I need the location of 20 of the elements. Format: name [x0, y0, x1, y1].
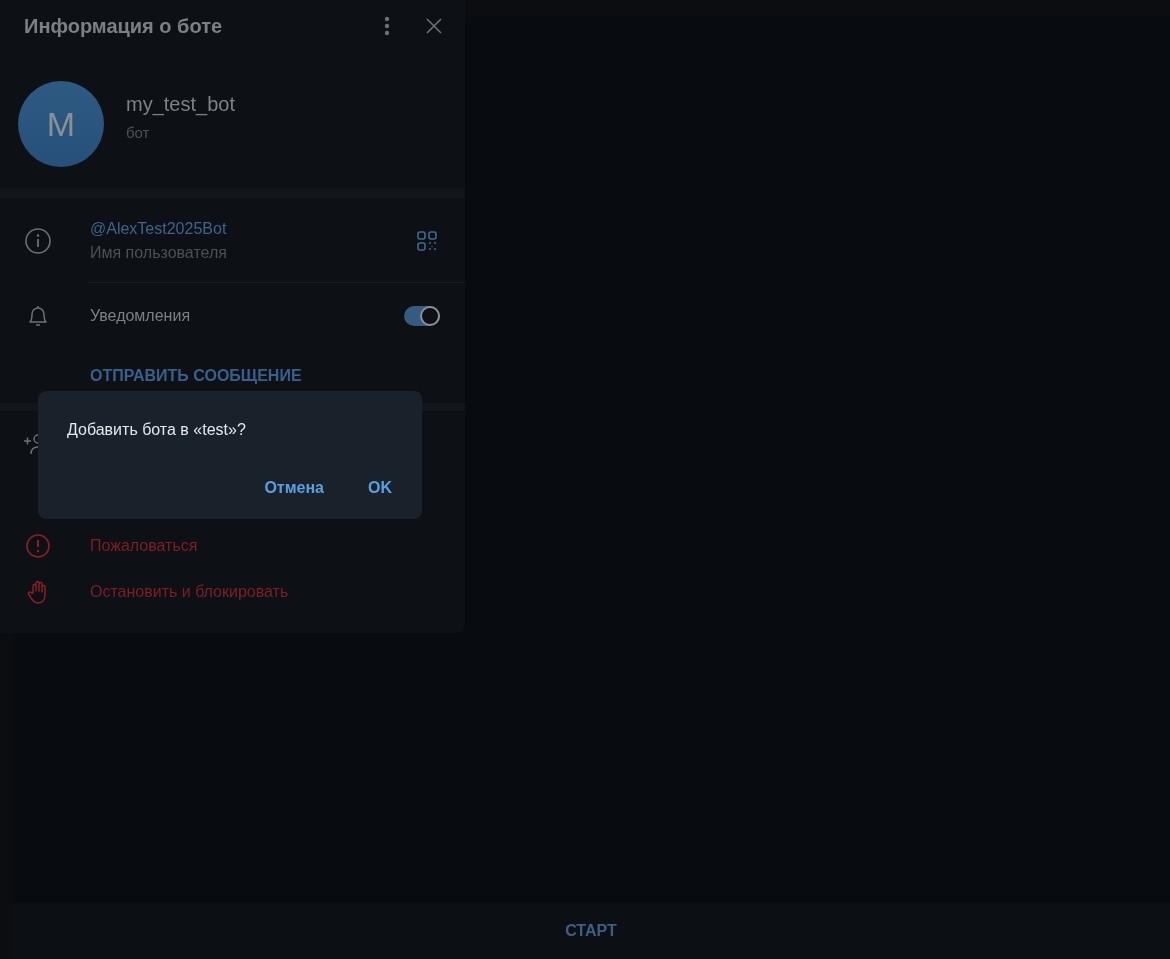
action-item[interactable]: Пожаловаться: [0, 523, 465, 569]
start-button[interactable]: СТАРТ: [12, 903, 1170, 959]
panel-title: Информация о боте: [24, 14, 223, 38]
username-link[interactable]: @AlexTest2025Bot: [90, 219, 417, 238]
close-icon[interactable]: [426, 18, 442, 34]
info-icon: [24, 226, 52, 255]
send-message-button[interactable]: ОТПРАВИТЬ СООБЩЕНИЕ: [90, 367, 302, 385]
more-icon[interactable]: [384, 16, 390, 36]
dialog-button[interactable]: Отмена: [263, 479, 325, 497]
qr-code-icon[interactable]: [417, 230, 437, 251]
notifications-label: Уведомления: [90, 307, 192, 325]
action-item[interactable]: Остановить и блокировать: [0, 569, 465, 615]
notifications-toggle[interactable]: [404, 306, 440, 326]
dialog-button[interactable]: OK: [367, 479, 393, 497]
bot-subtitle: бот: [126, 124, 151, 141]
dialog-message: Добавить бота в «test»?: [67, 421, 247, 439]
bot-name: my_test_bot: [126, 93, 235, 116]
username-label: Имя пользователя: [90, 243, 228, 262]
exclamation-icon: [24, 532, 52, 560]
avatar: M: [18, 81, 104, 167]
